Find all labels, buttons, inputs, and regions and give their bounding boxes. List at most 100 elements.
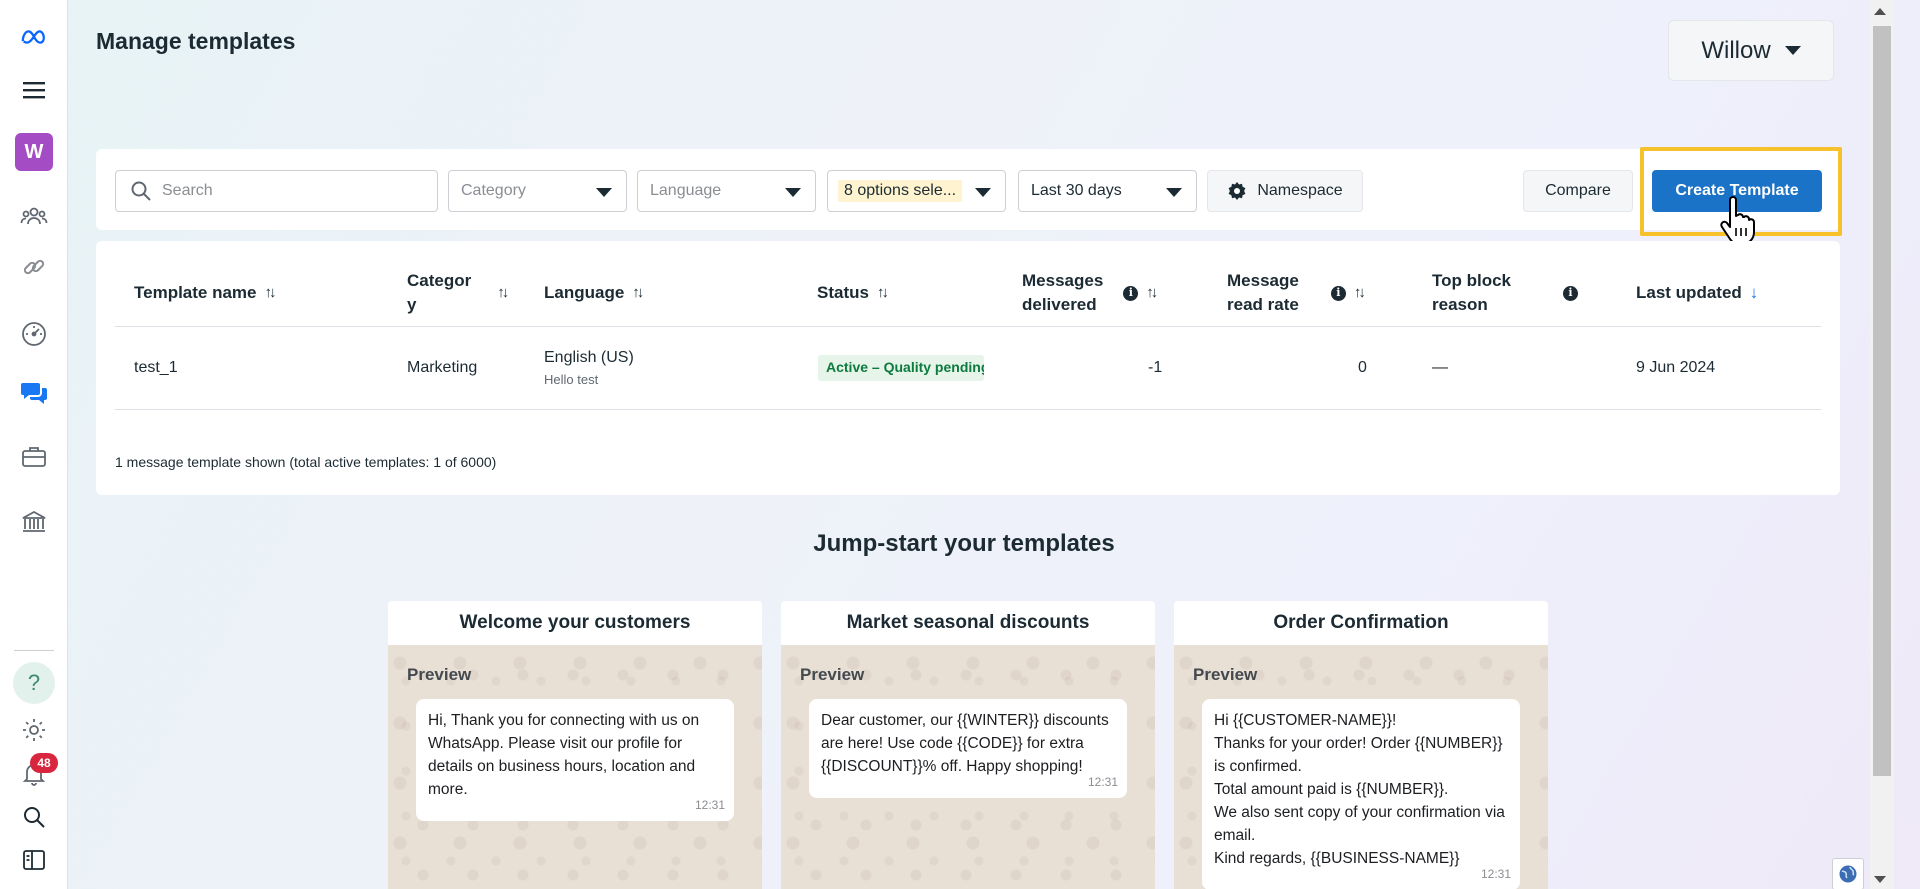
col-status[interactable]: Status ↑↓ bbox=[817, 268, 889, 318]
preview-label: Preview bbox=[407, 665, 472, 684]
sort-icon[interactable]: ↑↓ bbox=[632, 281, 644, 305]
col-updated-label: Last updated bbox=[1636, 283, 1742, 302]
people-icon[interactable] bbox=[14, 196, 54, 236]
sort-icon[interactable]: ↑↓ bbox=[497, 281, 509, 305]
compare-button[interactable]: Compare bbox=[1523, 170, 1633, 212]
message-line: Total amount paid is {{NUMBER}}. bbox=[1214, 781, 1449, 798]
card-preview: Preview Hi, Thank you for connecting wit… bbox=[388, 645, 762, 889]
sidebar-divider bbox=[14, 650, 54, 651]
col-language-label: Language bbox=[544, 283, 625, 302]
message-bubble: Dear customer, our {{WINTER}} discounts … bbox=[809, 699, 1127, 798]
search-icon[interactable] bbox=[14, 797, 54, 837]
help-icon[interactable]: ? bbox=[13, 662, 55, 704]
template-card-welcome[interactable]: Welcome your customers Preview Hi, Thank… bbox=[388, 601, 762, 889]
sort-icon[interactable]: ↑↓ bbox=[1354, 281, 1366, 305]
gear-icon bbox=[1228, 182, 1246, 200]
date-range-dropdown[interactable]: Last 30 days bbox=[1018, 170, 1197, 212]
notification-badge: 48 bbox=[30, 753, 58, 773]
info-icon[interactable]: i bbox=[1123, 285, 1139, 301]
results-summary: 1 message template shown (total active t… bbox=[115, 454, 497, 470]
cell-block-reason: — bbox=[1432, 359, 1448, 376]
account-name: Willow bbox=[1701, 36, 1771, 64]
language-dropdown[interactable]: Language bbox=[637, 170, 816, 212]
cell-template-name[interactable]: test_1 bbox=[134, 359, 178, 377]
template-card-seasonal[interactable]: Market seasonal discounts Preview Dear c… bbox=[781, 601, 1155, 889]
cell-updated: 9 Jun 2024 bbox=[1636, 359, 1716, 376]
message-line: Thanks for your order! Order {{NUMBER}} … bbox=[1214, 735, 1503, 775]
left-sidebar: W ? 48 bbox=[0, 0, 68, 889]
message-line: Hi {{CUSTOMER-NAME}}! bbox=[1214, 712, 1397, 729]
filter-bar: Search Category Language 8 options sele.… bbox=[96, 149, 1840, 230]
info-icon[interactable]: i bbox=[1563, 285, 1579, 301]
briefcase-icon[interactable] bbox=[14, 437, 54, 477]
status-selection: 8 options sele... bbox=[838, 180, 963, 202]
namespace-button[interactable]: Namespace bbox=[1207, 170, 1363, 212]
sort-icon[interactable]: ↑↓ bbox=[1146, 281, 1158, 305]
template-card-order-confirmation[interactable]: Order Confirmation Preview Hi {{CUSTOMER… bbox=[1174, 601, 1548, 889]
category-dropdown[interactable]: Category bbox=[448, 170, 627, 212]
namespace-label: Namespace bbox=[1257, 182, 1343, 199]
link-icon[interactable] bbox=[14, 247, 54, 287]
menu-icon[interactable] bbox=[14, 70, 54, 110]
col-read-rate[interactable]: Message read rate i ↑↓ bbox=[1227, 268, 1366, 318]
row-divider bbox=[115, 409, 1821, 410]
page-title: Manage templates bbox=[96, 28, 296, 54]
chevron-down-icon bbox=[785, 188, 801, 197]
preview-label: Preview bbox=[1193, 665, 1258, 684]
globe-icon[interactable] bbox=[1832, 858, 1864, 889]
category-label: Category bbox=[461, 182, 526, 199]
date-range-label: Last 30 days bbox=[1031, 182, 1122, 199]
col-top-block-reason: Top block reason i bbox=[1432, 268, 1579, 318]
card-preview: Preview Dear customer, our {{WINTER}} di… bbox=[781, 645, 1155, 889]
search-input[interactable]: Search bbox=[115, 170, 438, 212]
cell-category: Marketing bbox=[407, 359, 478, 376]
chevron-down-icon bbox=[1166, 188, 1182, 197]
col-language[interactable]: Language ↑↓ bbox=[544, 268, 644, 318]
message-line: Kind regards, {{BUSINESS-NAME}} bbox=[1214, 850, 1460, 867]
preview-label: Preview bbox=[800, 665, 865, 684]
col-status-label: Status bbox=[817, 283, 869, 302]
scrollbar-thumb[interactable] bbox=[1873, 26, 1891, 776]
col-category-label: Categor y bbox=[407, 271, 472, 314]
cell-language-sub: Hello test bbox=[544, 372, 599, 387]
dashboard-gauge-icon[interactable] bbox=[14, 314, 54, 354]
jumpstart-title: Jump-start your templates bbox=[813, 530, 1115, 557]
message-line: We also sent copy of your confirmation v… bbox=[1214, 804, 1505, 844]
message-text: Dear customer, our {{WINTER}} discounts … bbox=[821, 712, 1109, 775]
status-badge: Active – Quality pending bbox=[818, 355, 984, 381]
message-bubble: Hi, Thank you for connecting with us on … bbox=[416, 699, 734, 821]
arrow-down-icon[interactable]: ↓ bbox=[1750, 281, 1759, 305]
col-block-label: Top block reason bbox=[1432, 271, 1512, 314]
scroll-down-arrow-icon[interactable] bbox=[1874, 876, 1886, 883]
settings-gear-icon[interactable] bbox=[14, 710, 54, 750]
col-category[interactable]: Categor y ↑↓ bbox=[407, 268, 509, 318]
account-switcher[interactable]: Willow bbox=[1668, 20, 1834, 81]
cell-language: English (US) bbox=[544, 349, 634, 366]
col-messages-delivered[interactable]: Messages delivered i ↑↓ bbox=[1022, 268, 1158, 318]
panel-toggle-icon[interactable] bbox=[14, 840, 54, 880]
message-text: Hi, Thank you for connecting with us on … bbox=[428, 712, 700, 798]
col-template-name[interactable]: Template name ↑↓ bbox=[134, 268, 277, 318]
sort-icon[interactable]: ↑↓ bbox=[265, 281, 277, 305]
card-preview: Preview Hi {{CUSTOMER-NAME}}! Thanks for… bbox=[1174, 645, 1548, 889]
search-placeholder: Search bbox=[162, 182, 213, 199]
templates-table: Template name ↑↓ Categor y ↑↓ Language ↑↓… bbox=[96, 241, 1840, 495]
scroll-up-arrow-icon[interactable] bbox=[1874, 8, 1886, 15]
info-icon[interactable]: i bbox=[1330, 285, 1346, 301]
col-delivered-label: Messages delivered bbox=[1022, 271, 1104, 314]
business-avatar[interactable]: W bbox=[15, 133, 53, 171]
message-time: 12:31 bbox=[1087, 775, 1118, 789]
meta-logo-icon[interactable] bbox=[14, 17, 54, 57]
sort-icon[interactable]: ↑↓ bbox=[877, 281, 889, 305]
chevron-down-icon bbox=[975, 188, 991, 197]
chevron-down-icon bbox=[596, 188, 612, 197]
card-title: Welcome your customers bbox=[459, 612, 691, 633]
cell-delivered: -1 bbox=[1148, 359, 1163, 376]
chat-bubbles-icon[interactable] bbox=[14, 372, 54, 412]
status-dropdown[interactable]: 8 options sele... bbox=[827, 170, 1006, 212]
col-template-name-label: Template name bbox=[134, 283, 257, 302]
search-icon bbox=[131, 181, 151, 201]
col-last-updated[interactable]: Last updated ↓ bbox=[1636, 268, 1758, 318]
col-read-rate-label: Message read rate bbox=[1227, 271, 1299, 314]
cell-read-rate: 0 bbox=[1358, 359, 1367, 376]
